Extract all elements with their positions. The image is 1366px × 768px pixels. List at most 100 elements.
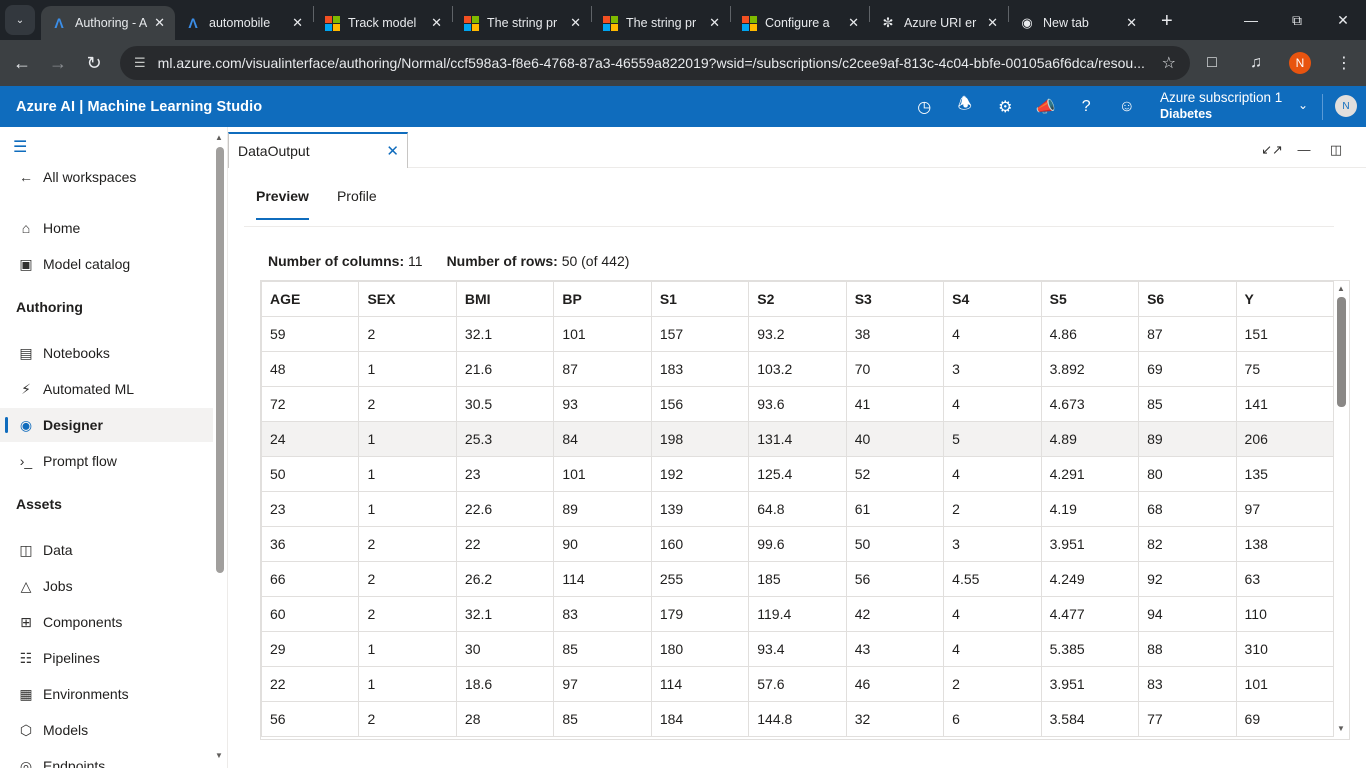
- table-cell: 57.6: [748, 666, 847, 702]
- browser-tab[interactable]: Configure a ✕: [731, 6, 869, 40]
- table-cell: 40: [845, 421, 945, 457]
- sidebar-item-endpoints[interactable]: ◎ Endpoints: [0, 749, 213, 768]
- close-tab-icon[interactable]: ✕: [709, 15, 720, 31]
- column-header[interactable]: S2: [748, 281, 847, 317]
- sidebar-item-home[interactable]: ⌂ Home: [0, 211, 213, 245]
- sidebar-item-model-catalog[interactable]: ▣ Model catalog: [0, 247, 213, 281]
- close-tab-icon[interactable]: ✕: [987, 15, 998, 31]
- column-header[interactable]: Y: [1235, 281, 1335, 317]
- close-tab-icon[interactable]: ✕: [1126, 15, 1137, 31]
- bookmark-star-icon[interactable]: ☆: [1162, 53, 1176, 73]
- sidebar-item-models[interactable]: ⬡ Models: [0, 713, 213, 747]
- column-header[interactable]: AGE: [261, 281, 360, 317]
- sidebar-item-pipelines[interactable]: ☷ Pipelines: [0, 641, 213, 675]
- history-icon[interactable]: ◷: [904, 97, 945, 117]
- sidebar-item-environments[interactable]: ▦ Environments: [0, 677, 213, 711]
- tab-search-menu-button[interactable]: ⌄: [5, 5, 35, 35]
- grid-scrollbar[interactable]: [1337, 297, 1346, 407]
- browser-tab[interactable]: Λ Authoring - A ✕: [41, 6, 175, 40]
- table-cell: 179: [650, 596, 750, 632]
- sidebar-item-automated-ml[interactable]: ⚡ Automated ML: [0, 372, 213, 406]
- close-tab-icon[interactable]: ✕: [848, 15, 859, 31]
- media-controls-icon[interactable]: ♫: [1234, 54, 1278, 72]
- tab-profile[interactable]: Profile: [337, 188, 377, 220]
- table-row[interactable]: 60 2 32.1 83 179 119.4 42 4 4.477 94 110: [261, 596, 1335, 632]
- sidebar-scroll-up-arrow[interactable]: ▲: [215, 133, 223, 142]
- table-row[interactable]: 23 1 22.6 89 139 64.8 61 2 4.19 68 97: [261, 491, 1335, 527]
- table-row[interactable]: 22 1 18.6 97 114 57.6 46 2 3.951 83 101: [261, 666, 1335, 702]
- forward-button[interactable]: →: [40, 53, 76, 74]
- column-header[interactable]: S1: [650, 281, 750, 317]
- close-icon[interactable]: ✕: [386, 142, 399, 160]
- sidebar-item-prompt-flow[interactable]: ›_ Prompt flow: [0, 444, 213, 478]
- user-avatar[interactable]: N: [1335, 95, 1357, 117]
- table-row[interactable]: 50 1 23 101 192 125.4 52 4 4.291 80 135: [261, 456, 1335, 492]
- smiley-icon[interactable]: ☺: [1107, 98, 1148, 116]
- address-bar[interactable]: ☰ ml.azure.com/visualinterface/authoring…: [120, 46, 1190, 80]
- dataoutput-tab[interactable]: DataOutput ✕: [228, 132, 408, 168]
- settings-icon[interactable]: ⚙: [985, 97, 1026, 117]
- chevron-down-icon[interactable]: ⌄: [1298, 98, 1308, 112]
- site-info-icon[interactable]: ☰: [134, 55, 146, 71]
- sidebar-scroll-down-arrow[interactable]: ▼: [215, 751, 223, 760]
- browser-tab[interactable]: ◉ New tab ✕: [1009, 6, 1147, 40]
- browser-tab[interactable]: The string pr ✕: [453, 6, 591, 40]
- sidebar-item-notebooks[interactable]: ▤ Notebooks: [0, 336, 213, 370]
- close-tab-icon[interactable]: ✕: [570, 15, 581, 31]
- browser-tab[interactable]: Λautomobile ✕: [175, 6, 313, 40]
- subscription-switcher[interactable]: Azure subscription 1 Diabetes: [1160, 89, 1282, 123]
- column-header[interactable]: S4: [943, 281, 1042, 317]
- close-tab-icon[interactable]: ✕: [154, 15, 165, 31]
- column-header[interactable]: BMI: [455, 281, 555, 317]
- sidebar-item-designer[interactable]: ◉ Designer: [0, 408, 213, 442]
- close-tab-icon[interactable]: ✕: [292, 15, 303, 31]
- column-header[interactable]: S3: [845, 281, 945, 317]
- column-header[interactable]: BP: [553, 281, 652, 317]
- grid-scroll-down-arrow[interactable]: ▼: [1337, 724, 1345, 733]
- back-button[interactable]: ←: [4, 53, 40, 74]
- hamburger-menu-icon[interactable]: ☰: [13, 137, 27, 157]
- sidebar-item-jobs[interactable]: △ Jobs: [0, 569, 213, 603]
- extensions-icon[interactable]: □: [1190, 54, 1234, 72]
- sidebar-scrollbar[interactable]: [216, 147, 224, 573]
- collapse-icon[interactable]: ↙↗: [1256, 142, 1288, 158]
- grid-scroll-up-arrow[interactable]: ▲: [1337, 284, 1345, 293]
- table-row[interactable]: 59 2 32.1 101 157 93.2 38 4 4.86 87 151: [261, 316, 1335, 352]
- url-text[interactable]: ml.azure.com/visualinterface/authoring/N…: [158, 55, 1148, 71]
- table-row[interactable]: 24 1 25.3 84 198 131.4 40 5 4.89 89 206: [261, 421, 1335, 457]
- studio-brand-title[interactable]: Azure AI | Machine Learning Studio: [16, 99, 262, 115]
- column-header[interactable]: S5: [1040, 281, 1140, 317]
- data-preview-grid[interactable]: AGE SEX BMI BP S1 S2 S3 S4 S5 S6 Y 59 2 32.1 101 157 93…: [260, 280, 1350, 740]
- browser-tab[interactable]: ✼ Azure URI er ✕: [870, 6, 1008, 40]
- profile-button[interactable]: N: [1278, 52, 1322, 74]
- bell-icon[interactable]: 🕭: [945, 93, 986, 120]
- help-icon[interactable]: ?: [1066, 98, 1107, 116]
- table-row[interactable]: 72 2 30.5 93 156 93.6 41 4 4.673 85 141: [261, 386, 1335, 422]
- browser-menu-icon[interactable]: ⋮: [1322, 53, 1366, 73]
- dock-panel-icon[interactable]: ◫: [1320, 142, 1352, 158]
- table-row[interactable]: 29 1 30 85 180 93.4 43 4 5.385 88 310: [261, 631, 1335, 667]
- header-divider: [1322, 94, 1323, 120]
- reload-button[interactable]: ↻: [76, 53, 112, 74]
- restore-window-button[interactable]: ⧉: [1274, 12, 1320, 29]
- browser-tab[interactable]: The string pr ✕: [592, 6, 730, 40]
- column-header[interactable]: S6: [1138, 281, 1237, 317]
- table-row[interactable]: 48 1 21.6 87 183 103.2 70 3 3.892 69 75: [261, 351, 1335, 387]
- column-header[interactable]: SEX: [358, 281, 457, 317]
- sidebar-item-components[interactable]: ⊞ Components: [0, 605, 213, 639]
- table-row[interactable]: 66 2 26.2 114 255 185 56 4.55 4.249 92 63: [261, 561, 1335, 597]
- close-tab-icon[interactable]: ✕: [431, 15, 442, 31]
- close-window-button[interactable]: ✕: [1320, 12, 1366, 29]
- table-cell: 2: [358, 386, 457, 422]
- sidebar-item-data[interactable]: ◫ Data: [0, 533, 213, 567]
- feedback-icon[interactable]: 📣: [1026, 97, 1067, 117]
- minimize-window-button[interactable]: —: [1228, 12, 1274, 28]
- table-row[interactable]: 36 2 22 90 160 99.6 50 3 3.951 82 138: [261, 526, 1335, 562]
- minimize-panel-icon[interactable]: —: [1288, 142, 1320, 158]
- browser-tab[interactable]: Track model ✕: [314, 6, 452, 40]
- table-cell: 56: [845, 561, 945, 597]
- new-tab-button[interactable]: +: [1161, 10, 1173, 33]
- tab-preview[interactable]: Preview: [256, 188, 309, 220]
- all-workspaces-link[interactable]: ← All workspaces: [0, 160, 213, 194]
- table-row[interactable]: 56 2 28 85 184 144.8 32 6 3.584 77 69: [261, 701, 1335, 737]
